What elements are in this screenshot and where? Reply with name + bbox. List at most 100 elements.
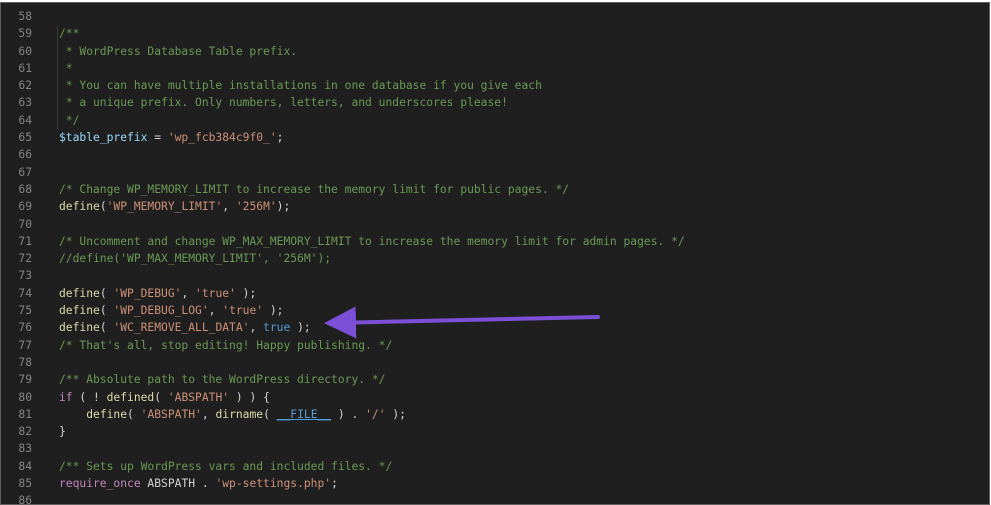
code-token: ( — [127, 407, 141, 421]
code-line[interactable]: 72 //define('WP_MAX_MEMORY_LIMIT', '256M'… — [1, 250, 989, 267]
code-token: /* Uncomment and change WP_MAX_MEMORY_LI… — [59, 234, 685, 248]
line-content[interactable]: * a unique prefix. Only numbers, letters… — [59, 94, 508, 111]
line-content[interactable]: /* Change WP_MEMORY_LIMIT to increase th… — [59, 181, 569, 198]
line-content[interactable]: define( 'WC_REMOVE_ALL_DATA', true ); — [59, 319, 311, 336]
code-line[interactable]: 62 * You can have multiple installations… — [1, 77, 989, 94]
code-line[interactable]: 61 * — [1, 60, 989, 77]
code-token: $table_prefix — [59, 131, 148, 145]
line-number: 58 — [18, 10, 32, 23]
line-content[interactable]: if ( ! defined( 'ABSPATH' ) ) { — [59, 389, 270, 406]
line-content[interactable]: /** — [59, 25, 79, 42]
line-number: 68 — [18, 182, 32, 196]
code-token: defined — [106, 390, 155, 404]
code-token: , — [208, 304, 223, 318]
code-line[interactable]: 83 — [1, 440, 989, 457]
line-content[interactable]: /* Uncomment and change WP_MAX_MEMORY_LI… — [59, 233, 685, 250]
code-line[interactable]: 79 /** Absolute path to the WordPress dir… — [1, 371, 989, 388]
line-content[interactable]: * — [59, 60, 73, 77]
line-content[interactable]: */ — [59, 112, 80, 129]
code-token: define — [59, 321, 100, 335]
code-line[interactable]: 71 /* Uncomment and change WP_MAX_MEMORY_… — [1, 233, 989, 250]
code-line[interactable]: 59 /** — [1, 25, 989, 42]
code-line[interactable]: 76 define( 'WC_REMOVE_ALL_DATA', true ); — [1, 319, 989, 336]
code-line[interactable]: 82} — [1, 423, 989, 440]
code-token: ( — [263, 407, 277, 421]
code-editor[interactable]: 58 59 /** 60 * WordPress Database Table pre… — [0, 2, 990, 505]
line-number: 82 — [18, 425, 32, 439]
code-token: /* That's all, stop editing! Happy publi… — [59, 338, 393, 352]
code-token: * WordPress Database Table prefix. — [59, 44, 298, 58]
code-token: '/' — [365, 407, 386, 421]
code-token: dirname — [215, 407, 264, 421]
code-token: 'ABSPATH' — [140, 407, 202, 421]
code-line[interactable]: 77 /* That's all, stop editing! Happy pub… — [1, 337, 989, 354]
code-token: 'WP_DEBUG' — [113, 286, 182, 300]
line-number: 74 — [18, 286, 32, 300]
code-line[interactable]: 74 define( 'WP_DEBUG', 'true' ); — [1, 285, 989, 302]
code-line[interactable]: 70 — [1, 216, 989, 233]
line-content[interactable]: define( 'WP_DEBUG', 'true' ); — [59, 285, 256, 302]
line-content[interactable]: } — [59, 423, 66, 440]
code-line[interactable]: 80 if ( ! defined( 'ABSPATH' ) ) { — [1, 389, 989, 406]
code-token: ); — [276, 200, 291, 214]
code-token: ( — [99, 321, 114, 335]
code-token: * You can have multiple installations in… — [59, 79, 542, 93]
code-line[interactable]: 65 $table_prefix = 'wp_fcb384c9f0_'; — [1, 129, 989, 146]
code-line[interactable]: 86 — [1, 492, 989, 504]
line-number: 62 — [18, 79, 32, 93]
code-line[interactable]: 78 — [1, 354, 989, 371]
code-line[interactable]: 68 /* Change WP_MEMORY_LIMIT to increase … — [1, 181, 989, 198]
code-line[interactable]: 85 require_once ABSPATH . 'wp-settings.ph… — [1, 475, 989, 492]
line-content[interactable]: /* That's all, stop editing! Happy publi… — [59, 337, 392, 354]
line-content[interactable]: $table_prefix = 'wp_fcb384c9f0_'; — [59, 129, 283, 146]
code-line[interactable]: 60 * WordPress Database Table prefix. — [1, 43, 989, 60]
line-number: 69 — [18, 200, 32, 214]
code-line[interactable]: 84 /** Sets up WordPress vars and include… — [1, 458, 989, 475]
line-number: 77 — [18, 338, 32, 352]
code-line[interactable]: 58 — [1, 8, 989, 25]
code-token: ) ) { — [229, 390, 270, 404]
code-token: require_once — [59, 477, 141, 491]
line-number: 71 — [18, 234, 32, 248]
line-content[interactable]: * You can have multiple installations in… — [59, 77, 542, 94]
line-content[interactable]: define( 'ABSPATH', dirname( __FILE__ ) .… — [59, 406, 406, 423]
line-content[interactable]: require_once ABSPATH . 'wp-settings.php'… — [59, 475, 338, 492]
code-line[interactable]: 66 — [1, 146, 989, 163]
code-line[interactable]: 67 — [1, 164, 989, 181]
line-number: 65 — [18, 131, 32, 145]
code-token: ( — [99, 304, 114, 318]
code-token: ( — [154, 390, 168, 404]
line-content[interactable]: define('WP_MEMORY_LIMIT', '256M'); — [59, 198, 290, 215]
line-content[interactable]: * WordPress Database Table prefix. — [59, 43, 297, 60]
cut-off-previous-line — [1, 3, 989, 5]
code-token: ); — [290, 321, 311, 335]
code-line[interactable]: 81 define( 'ABSPATH', dirname( __FILE__ … — [1, 406, 989, 423]
code-lines[interactable]: 58 59 /** 60 * WordPress Database Table pre… — [1, 8, 989, 504]
line-number: 78 — [18, 355, 32, 369]
code-token: ( — [99, 200, 107, 214]
code-line[interactable]: 64 */ — [1, 112, 989, 129]
line-number: 80 — [18, 390, 32, 404]
code-token: 'true' — [195, 286, 236, 300]
code-token: ( — [99, 286, 114, 300]
line-content[interactable]: define( 'WP_DEBUG_LOG', 'true' ); — [59, 302, 283, 319]
line-number: 60 — [18, 44, 32, 58]
code-token: ) . — [331, 407, 366, 421]
line-content[interactable]: /** Absolute path to the WordPress direc… — [59, 371, 385, 388]
code-token: ); — [385, 407, 406, 421]
code-token: 'WP_MEMORY_LIMIT' — [106, 200, 223, 214]
line-content[interactable]: /** Sets up WordPress vars and included … — [59, 458, 392, 475]
line-number: 81 — [18, 407, 32, 421]
code-line[interactable]: 75 define( 'WP_DEBUG_LOG', 'true' ); — [1, 302, 989, 319]
code-line[interactable]: 69 define('WP_MEMORY_LIMIT', '256M'); — [1, 198, 989, 215]
code-line[interactable]: 73 — [1, 267, 989, 284]
code-token: true — [263, 321, 291, 335]
code-token: /** — [59, 27, 80, 41]
code-token: /** Sets up WordPress vars and included … — [59, 459, 393, 473]
code-line[interactable]: 63 * a unique prefix. Only numbers, lett… — [1, 94, 989, 111]
line-number: 67 — [18, 165, 32, 179]
line-number: 61 — [18, 61, 32, 75]
code-token: , — [249, 321, 264, 335]
line-content[interactable]: //define('WP_MAX_MEMORY_LIMIT', '256M'); — [59, 250, 331, 267]
code-token: * a unique prefix. Only numbers, letters… — [59, 96, 508, 110]
